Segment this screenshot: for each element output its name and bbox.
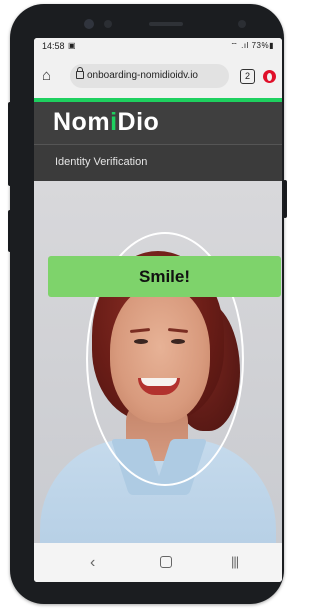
camera-preview [34, 181, 282, 543]
logo-part-1: Nom [53, 108, 111, 136]
lock-icon [76, 67, 84, 79]
android-nav-bar: ‹ ||| [34, 543, 282, 582]
sensor [104, 20, 112, 28]
page-subtitle-bar: Identity Verification [34, 144, 282, 181]
sensor-right [238, 20, 246, 28]
url-text: onboarding-nomidioidv.io [87, 70, 198, 81]
tab-switcher-button[interactable]: 2 [240, 69, 255, 84]
logo-part-2: Dio [117, 108, 160, 136]
front-camera [84, 19, 94, 29]
screen: 14:58 ▣ ⌔ .ıl 73%▮ ⌂ onboarding-nomidioi… [34, 38, 282, 582]
app-header: NomiDio [34, 98, 282, 144]
back-icon[interactable]: ‹ [90, 554, 95, 572]
status-time: 14:58 [42, 41, 65, 51]
logo-accent: i [110, 108, 118, 136]
sim-icon: ▣ [68, 41, 76, 50]
recent-apps-icon[interactable]: ||| [231, 554, 239, 569]
page-subtitle: Identity Verification [55, 156, 148, 168]
nomidio-logo: NomiDio [53, 108, 159, 137]
status-icons: ⌔ .ıl 73%▮ [230, 41, 274, 50]
home-nav-icon[interactable] [160, 556, 172, 568]
phone-frame: 14:58 ▣ ⌔ .ıl 73%▮ ⌂ onboarding-nomidioi… [10, 4, 284, 604]
address-bar[interactable]: onboarding-nomidioidv.io [70, 64, 229, 88]
home-icon[interactable]: ⌂ [42, 68, 58, 84]
earpiece-speaker [149, 22, 183, 26]
smile-prompt-banner: Smile! [48, 256, 281, 297]
opera-menu-icon[interactable] [263, 70, 276, 83]
browser-toolbar: ⌂ onboarding-nomidioidv.io 2 [34, 54, 282, 98]
status-bar: 14:58 ▣ ⌔ .ıl 73%▮ [34, 38, 282, 54]
